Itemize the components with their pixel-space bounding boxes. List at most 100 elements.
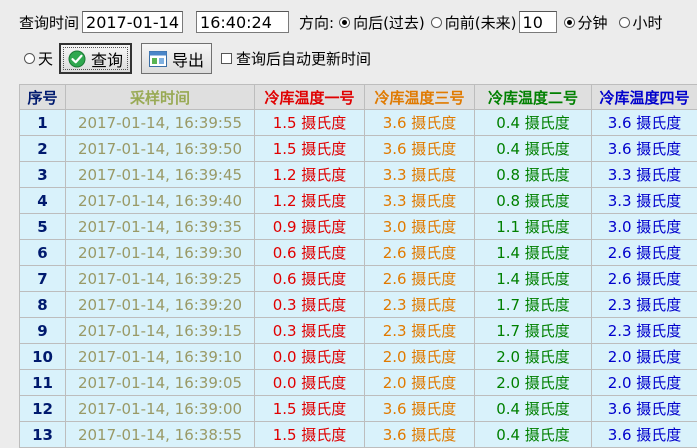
cell-sample-time: 2017-01-14, 16:39:00 [66,396,255,422]
cell-sample-time: 2017-01-14, 16:39:15 [66,318,255,344]
cell-sensor-3: 3.0 摄氏度 [365,214,475,240]
cell-sensor-4: 3.6 摄氏度 [592,110,697,136]
cell-sensor-4: 3.6 摄氏度 [592,136,697,162]
header-sensor-2: 冷库温度二号 [475,85,592,110]
cell-sensor-4: 2.6 摄氏度 [592,240,697,266]
cell-sensor-3: 3.6 摄氏度 [365,110,475,136]
cell-sensor-3: 3.6 摄氏度 [365,136,475,162]
cell-sensor-2: 1.4 摄氏度 [475,266,592,292]
table-row: 42017-01-14, 16:39:401.2 摄氏度3.3 摄氏度0.8 摄… [20,188,697,214]
cell-sample-time: 2017-01-14, 16:39:05 [66,370,255,396]
cell-sensor-1: 1.2 摄氏度 [255,188,365,214]
cell-sample-time: 2017-01-14, 16:39:10 [66,344,255,370]
cell-sensor-4: 2.0 摄氏度 [592,370,697,396]
cell-serial: 6 [20,240,66,266]
table-row: 72017-01-14, 16:39:250.6 摄氏度2.6 摄氏度1.4 摄… [20,266,697,292]
export-button[interactable]: 导出 [141,43,212,74]
direction-option-past[interactable]: 向后(过去) [339,12,425,33]
query-button[interactable]: 查询 [59,43,132,74]
unit-day-radio[interactable] [24,53,35,64]
cell-sensor-4: 3.3 摄氏度 [592,162,697,188]
cell-sensor-4: 2.3 摄氏度 [592,292,697,318]
cell-sensor-2: 1.4 摄氏度 [475,240,592,266]
cell-sample-time: 2017-01-14, 16:39:50 [66,136,255,162]
table-row: 32017-01-14, 16:39:451.2 摄氏度3.3 摄氏度0.8 摄… [20,162,697,188]
direction-past-label: 向后(过去) [353,12,425,33]
date-input[interactable] [82,11,183,33]
query-time-label: 查询时间 [19,12,79,33]
direction-label: 方向: [299,12,334,33]
cell-serial: 2 [20,136,66,162]
cell-sensor-2: 0.4 摄氏度 [475,136,592,162]
table-body: 12017-01-14, 16:39:551.5 摄氏度3.6 摄氏度0.4 摄… [20,110,697,448]
header-serial: 序号 [20,85,66,110]
table-row: 62017-01-14, 16:39:300.6 摄氏度 2.6 摄氏度1.4 摄… [20,240,697,266]
cell-serial: 12 [20,396,66,422]
cell-sample-time: 2017-01-14, 16:39:20 [66,292,255,318]
cell-sensor-2: 1.7 摄氏度 [475,318,592,344]
table-row: 52017-01-14, 16:39:350.9 摄氏度3.0 摄氏度1.1 摄… [20,214,697,240]
cell-sensor-1: 0.9 摄氏度 [255,214,365,240]
query-button-label: 查询 [91,47,123,71]
cell-sensor-1: 0.6 摄氏度 [255,266,365,292]
cell-sensor-1: 1.2 摄氏度 [255,162,365,188]
time-input[interactable] [196,11,289,33]
cell-serial: 5 [20,214,66,240]
data-table: 序号 采样时间 冷库温度一号 冷库温度三号 冷库温度二号 冷库温度四号 1201… [19,84,697,448]
cell-sensor-3: 3.3 摄氏度 [365,188,475,214]
table-row: 112017-01-14, 16:39:050.0 摄氏度2.0 摄氏度2.0 … [20,370,697,396]
unit-day-label: 天 [38,48,53,69]
cell-sensor-2: 2.0 摄氏度 [475,370,592,396]
cell-sensor-1: 1.5 摄氏度 [255,110,365,136]
cell-sensor-1: 1.5 摄氏度 [255,396,365,422]
cell-sensor-2: 1.7 摄氏度 [475,292,592,318]
cell-sample-time: 2017-01-14, 16:39:25 [66,266,255,292]
auto-update-checkbox[interactable] [221,53,232,64]
cell-serial: 10 [20,344,66,370]
header-sensor-4: 冷库温度四号 [592,85,697,110]
cell-sensor-1: 1.5 摄氏度 [255,136,365,162]
unit-option-day[interactable]: 天 [24,48,53,69]
cell-sample-time: 2017-01-14, 16:39:40 [66,188,255,214]
cell-sensor-4: 3.3 摄氏度 [592,188,697,214]
cell-sensor-1: 0.0 摄氏度 [255,344,365,370]
query-bar-row-1: 查询时间 方向: 向后(过去) 向前(未来) 分钟 小时 [19,9,663,35]
cell-sensor-3: 2.0 摄氏度 [365,370,475,396]
table-row: 22017-01-14, 16:39:501.5 摄氏度3.6 摄氏度0.4 摄… [20,136,697,162]
direction-future-label: 向前(未来) [445,12,517,33]
cell-sensor-2: 0.8 摄氏度 [475,188,592,214]
table-row: 12017-01-14, 16:39:551.5 摄氏度3.6 摄氏度0.4 摄… [20,110,697,136]
cell-sensor-4: 2.3 摄氏度 [592,318,697,344]
cell-serial: 8 [20,292,66,318]
cell-serial: 3 [20,162,66,188]
unit-hour-radio[interactable] [619,17,630,28]
unit-minute-label: 分钟 [578,12,608,33]
export-button-label: 导出 [172,47,204,71]
cell-sensor-2: 0.4 摄氏度 [475,396,592,422]
cell-sensor-3: 2.3 摄氏度 [365,318,475,344]
cell-sensor-3: 2.6 摄氏度 [365,266,475,292]
header-sample-time: 采样时间 [66,85,255,110]
cell-sensor-2: 1.1 摄氏度 [475,214,592,240]
cell-sensor-3: 3.6 摄氏度 [365,396,475,422]
auto-update-option[interactable]: 查询后自动更新时间 [221,48,371,69]
cell-sensor-4: 3.0 摄氏度 [592,214,697,240]
cell-sensor-3: 2.3 摄氏度 [365,292,475,318]
query-bar-row-2: 天 查询 导出 查询后自动更新时间 [24,43,371,74]
cell-sensor-2: 2.0 摄氏度 [475,344,592,370]
green-check-icon [68,50,86,68]
cell-sensor-4: 2.0 摄氏度 [592,344,697,370]
cell-sample-time: 2017-01-14, 16:39:55 [66,110,255,136]
direction-future-radio[interactable] [431,17,442,28]
unit-option-hour[interactable]: 小时 [619,12,663,33]
direction-past-radio[interactable] [339,17,350,28]
direction-option-future[interactable]: 向前(未来) [431,12,517,33]
cell-serial: 4 [20,188,66,214]
cell-sensor-1: 0.6 摄氏度 [255,240,365,266]
cell-sensor-1: 0.3 摄氏度 [255,292,365,318]
unit-minute-radio[interactable] [564,17,575,28]
unit-option-minute[interactable]: 分钟 [564,12,608,33]
cell-sample-time: 2017-01-14, 16:39:30 [66,240,255,266]
unit-hour-label: 小时 [633,12,663,33]
amount-input[interactable] [519,11,557,33]
